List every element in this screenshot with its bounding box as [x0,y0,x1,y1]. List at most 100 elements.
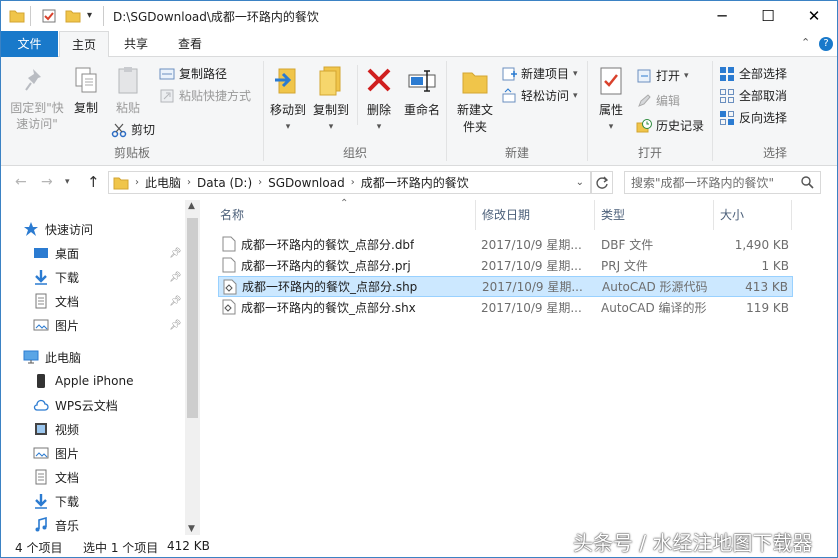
picture-icon [33,447,49,459]
search-icon[interactable] [800,175,814,192]
nav-this-pc[interactable]: 此电脑 [23,346,81,368]
copy-to-chevron-icon: ▾ [328,122,334,132]
file-type: AutoCAD 编译的形 [601,301,707,315]
pin-icon[interactable]: 📌︎ [169,320,182,331]
history-button[interactable]: 历史记录 [636,116,704,136]
copy-to-icon [319,66,341,96]
nav-item-documents[interactable]: 文档 [33,466,79,488]
breadcrumb-current-folder[interactable]: 成都一环路内的餐饮 [355,174,475,191]
open-group: 属性 ▾ 打开 ▾ 编辑 历史记录 打开 [588,57,712,165]
nav-item-label: 下载 [55,494,80,509]
properties-button[interactable]: 属性 ▾ [592,65,630,136]
file-row[interactable]: 成都一环路内的餐饮_点部分.shp 2017/10/9 星期... AutoCAD … [218,276,793,297]
nav-item-documents[interactable]: 文档 [33,290,79,312]
computer-icon [23,350,39,364]
copy-to-button[interactable]: 复制到 ▾ [309,65,353,136]
pin-quick-access-label: 固定到"快速访问" [10,101,64,131]
open-label: 打开 [656,69,681,83]
file-name: 成都一环路内的餐饮_点部分.prj [241,259,411,273]
file-date: 2017/10/9 星期... [482,280,582,294]
nav-quick-access[interactable]: 快速访问 [23,218,93,240]
select-none-button[interactable]: 全部取消 [719,86,787,106]
search-box[interactable]: 搜索"成都一环路内的餐饮" [624,171,821,194]
paste-button[interactable]: 粘贴 [111,65,145,117]
help-icon[interactable]: ? [819,37,833,51]
recent-locations-chevron-icon[interactable]: ▾ [65,177,70,187]
nav-item-videos[interactable]: 视频 [33,418,79,440]
nav-item-downloads[interactable]: 下载 [33,266,79,288]
scrollbar-thumb[interactable] [187,218,198,418]
new-folder-quick-icon[interactable] [65,8,81,24]
document-icon [35,469,47,485]
address-dropdown-chevron-icon[interactable]: ⌄ [576,177,584,188]
up-arrow-icon[interactable]: ↑ [87,173,100,191]
breadcrumb-this-pc[interactable]: 此电脑 [139,174,187,191]
rename-button[interactable]: 重命名 [400,65,444,119]
new-item-button[interactable]: 新建项目 ▾ [501,64,578,84]
maximize-button[interactable]: ☐ [745,1,791,31]
breadcrumb-drive-d[interactable]: Data (D:) [191,176,258,190]
nav-item-wps-cloud[interactable]: WPS云文档 [33,394,118,416]
new-folder-label: 新建文件夹 [456,103,493,134]
back-arrow-icon[interactable]: ← [15,174,27,190]
cut-button[interactable]: 剪切 [111,120,155,140]
pin-icon[interactable]: 📌︎ [169,296,182,307]
move-to-button[interactable]: 移动到 ▾ [267,65,309,136]
open-button[interactable]: 打开 ▾ [636,66,689,86]
collapse-ribbon-chevron-icon[interactable]: ⌃ [801,36,810,49]
scroll-up-chevron-icon[interactable]: ▲ [188,201,195,211]
file-type: DBF 文件 [601,238,654,252]
nav-item-iphone[interactable]: Apple iPhone [33,370,133,392]
nav-item-downloads[interactable]: 下载 [33,490,79,512]
tab-file[interactable]: 文件 [1,31,58,57]
column-header-date[interactable]: 修改日期 [476,200,595,230]
copy-path-button[interactable]: 复制路径 [159,64,227,84]
desktop-icon [34,248,48,258]
forward-arrow-icon[interactable]: → [41,174,53,190]
video-icon [35,423,47,435]
copy-button[interactable]: 复制 [71,65,101,117]
scroll-down-chevron-icon[interactable]: ▼ [188,524,195,534]
ribbon-tabs: 文件 主页 共享 查看 ⌃ ? [1,31,837,58]
pin-icon[interactable]: 📌︎ [169,248,182,259]
pin-icon[interactable]: 📌︎ [169,272,182,283]
column-header-name[interactable]: 名称 [214,200,476,230]
file-name: 成都一环路内的餐饮_点部分.dbf [241,238,415,252]
open-icon [636,68,652,84]
breadcrumb-sgdownload[interactable]: SGDownload [262,176,351,190]
nav-item-pictures[interactable]: 图片 [33,314,79,336]
rename-label: 重命名 [403,103,440,117]
close-button[interactable]: ✕ [791,1,837,31]
invert-selection-button[interactable]: 反向选择 [719,108,787,128]
pin-quick-access-button[interactable]: 固定到"快速访问" [7,65,67,132]
delete-x-icon [367,68,391,92]
tab-view[interactable]: 查看 [165,31,215,57]
paste-shortcut-button[interactable]: 粘贴快捷方式 [159,86,251,106]
edit-button[interactable]: 编辑 [636,91,680,111]
file-icon [222,257,236,276]
address-bar[interactable]: › 此电脑 › Data (D:) › SGDownload › 成都一环路内的… [108,171,591,194]
file-row[interactable]: 成都一环路内的餐饮_点部分.prj 2017/10/9 星期... PRJ 文件 1 … [218,255,793,276]
new-group: 新建文件夹 新建项目 ▾ 轻松访问 ▾ 新建 [447,57,587,165]
file-row[interactable]: 成都一环路内的餐饮_点部分.dbf 2017/10/9 星期... DBF 文件 1,… [218,234,793,255]
nav-item-pictures[interactable]: 图片 [33,442,79,464]
nav-item-music[interactable]: 音乐 [33,514,79,536]
nav-item-desktop[interactable]: 桌面 [33,242,79,264]
refresh-button[interactable] [591,171,613,194]
delete-button[interactable]: 删除 ▾ [362,65,396,136]
customize-toolbar-chevron-icon[interactable]: ▾ [87,10,103,26]
nav-item-label: 文档 [55,470,80,485]
file-row[interactable]: 成都一环路内的餐饮_点部分.shx 2017/10/9 星期... AutoCAD … [218,297,793,318]
navigation-pane-scrollbar[interactable]: ▲ ▼ [185,200,200,535]
minimize-button[interactable]: ─ [699,1,745,31]
tab-share[interactable]: 共享 [113,31,159,57]
tab-home[interactable]: 主页 [59,31,109,58]
column-header-size[interactable]: 大小 [714,200,792,230]
properties-quick-icon[interactable] [41,8,57,24]
title-bar: ▾ D:\SGDownload\成都一环路内的餐饮 ─ ☐ ✕ [1,1,837,31]
select-all-button[interactable]: 全部选择 [719,64,787,84]
new-folder-button[interactable]: 新建文件夹 [453,65,497,136]
ribbon: 固定到"快速访问" 复制 粘贴 复制路径 粘贴快捷方式 剪切 剪贴板 移动到 ▾… [1,57,837,166]
column-header-type[interactable]: 类型 [595,200,714,230]
easy-access-button[interactable]: 轻松访问 ▾ [501,86,578,106]
